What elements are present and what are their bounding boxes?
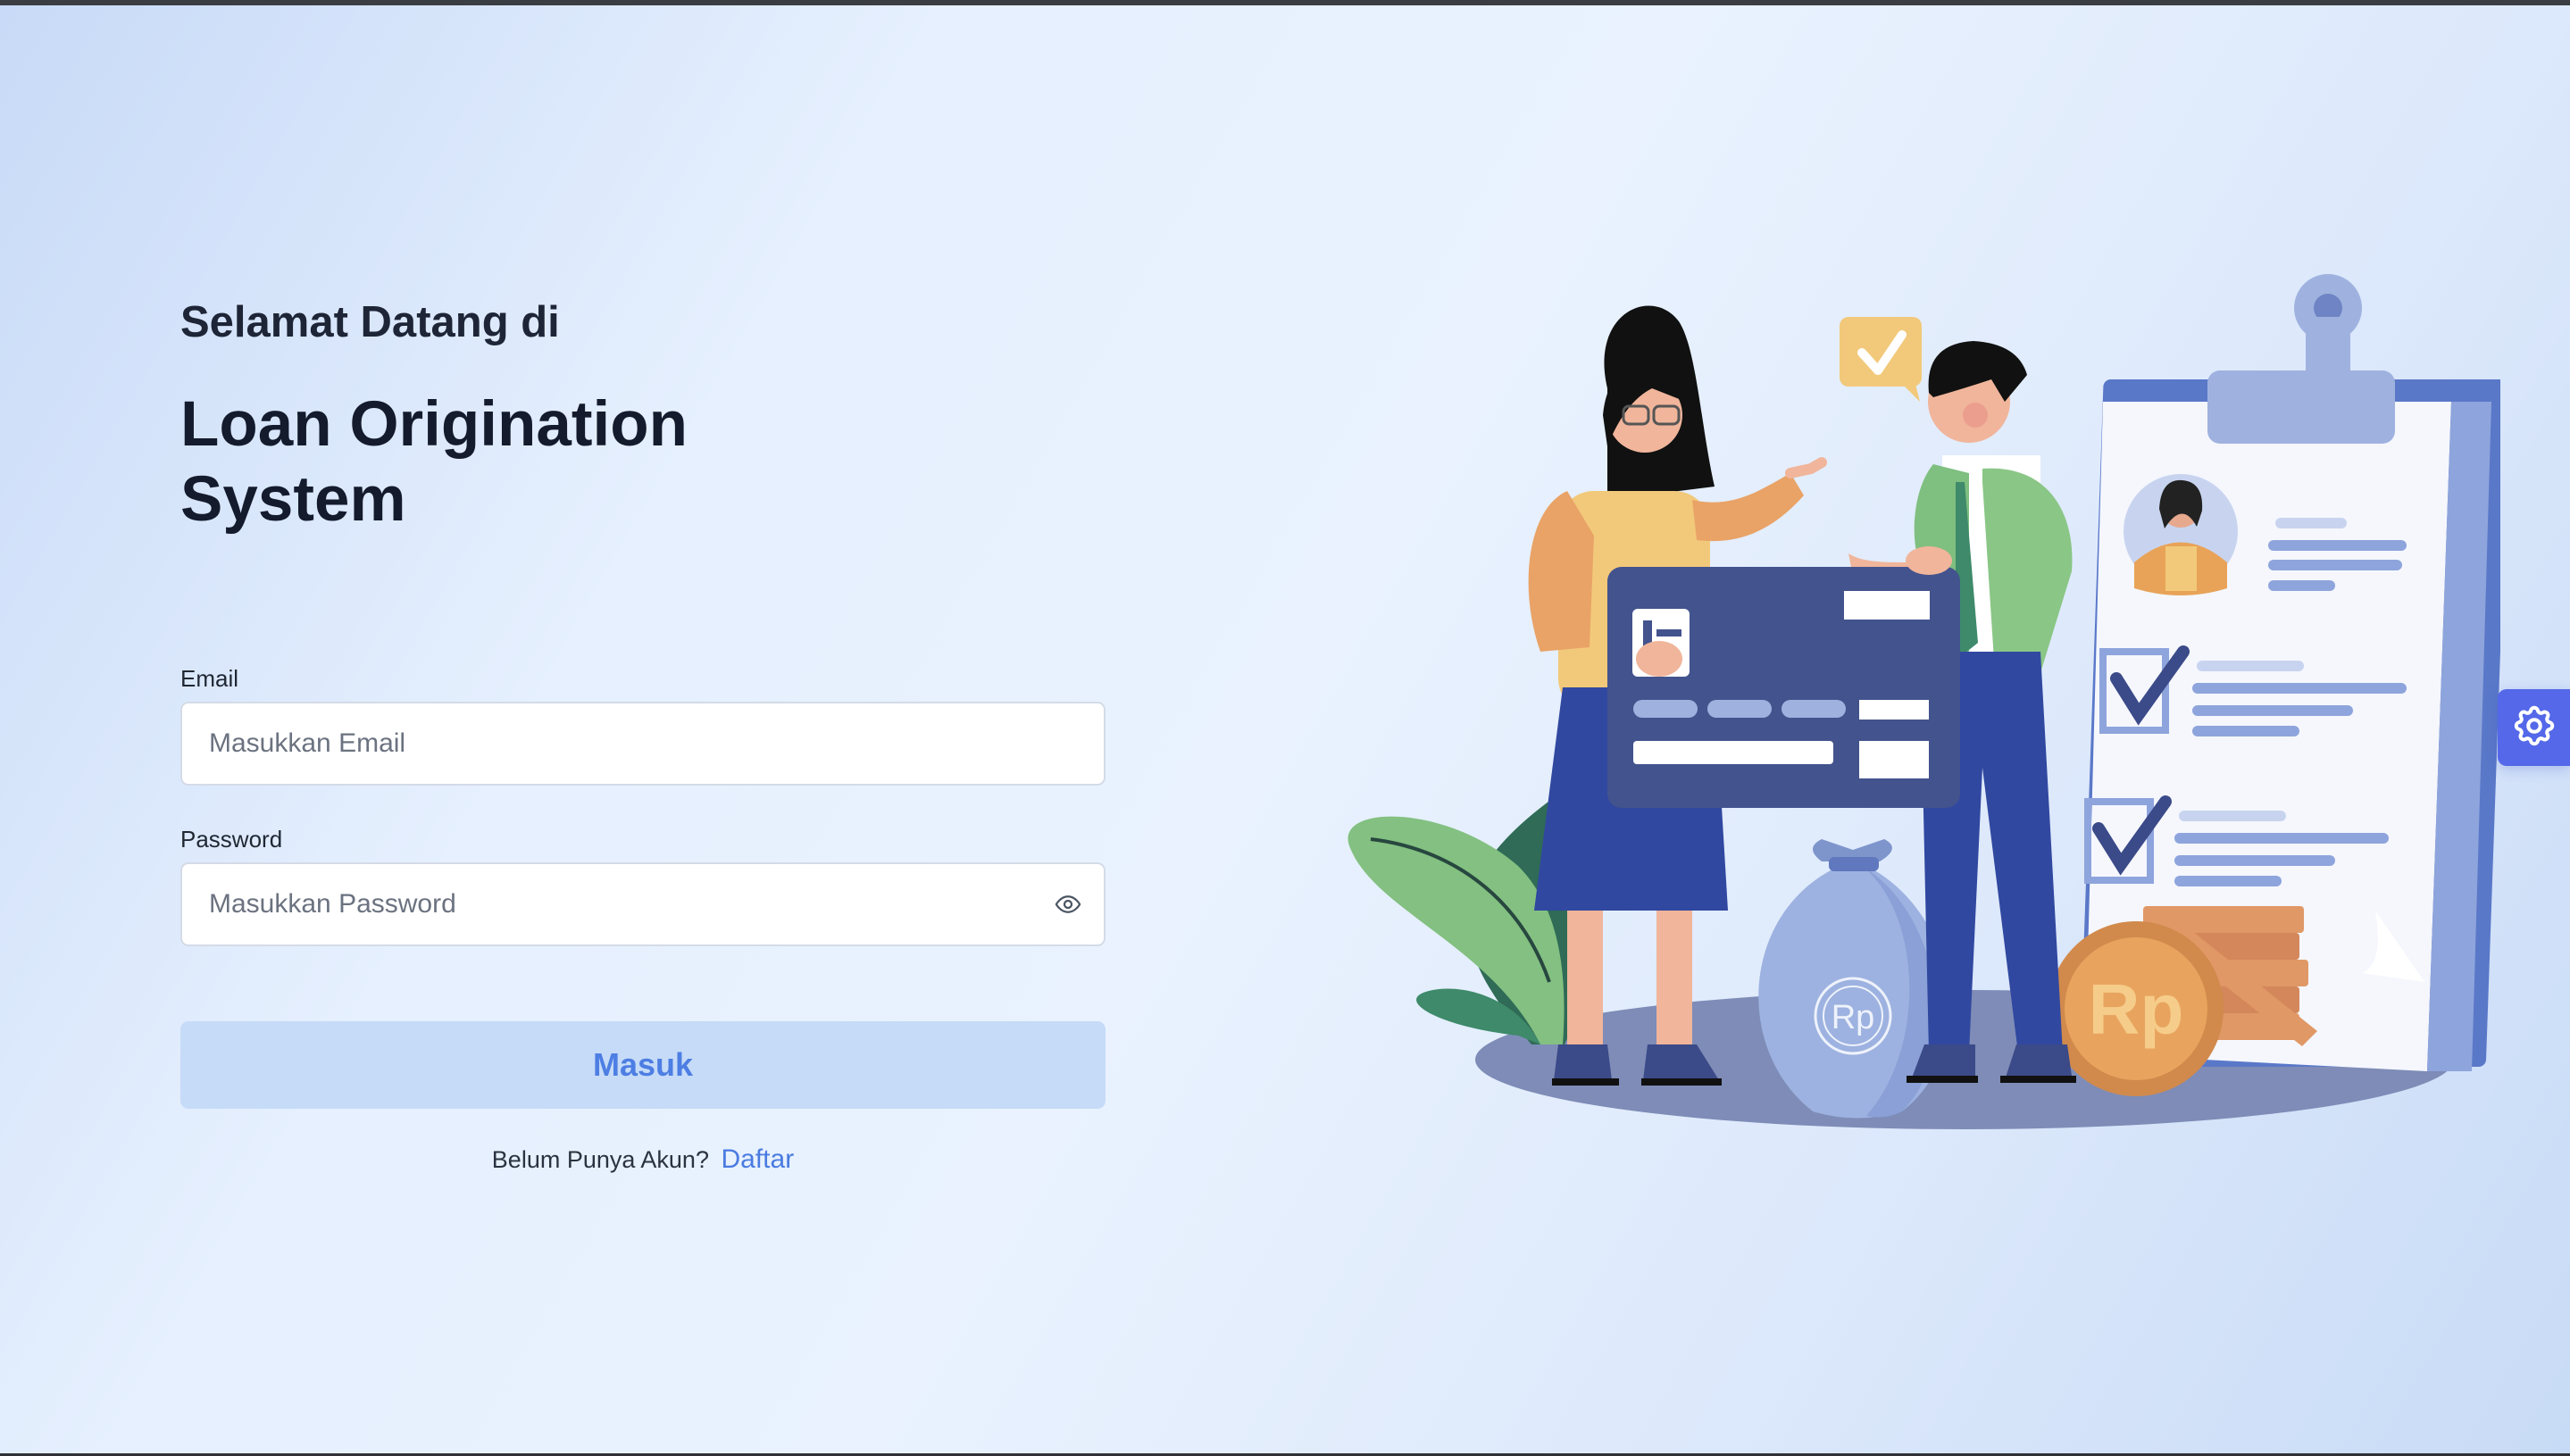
- email-field-wrapper: [180, 702, 1106, 786]
- password-field-wrapper: [180, 862, 1106, 946]
- coin-currency-label: Rp: [2089, 969, 2184, 1049]
- credit-card-illustration: [1607, 546, 1960, 808]
- app-title: Loan Origination System: [180, 389, 688, 535]
- gear-icon: [2510, 702, 2558, 754]
- welcome-greeting: Selamat Datang di: [180, 298, 560, 346]
- password-input[interactable]: [182, 864, 1104, 944]
- login-form: Selamat Datang di Loan Origination Syste…: [180, 295, 1106, 1175]
- settings-button[interactable]: [2498, 689, 2570, 766]
- eye-icon[interactable]: [1048, 885, 1088, 924]
- window-top-border: [0, 0, 2570, 5]
- email-label: Email: [180, 665, 239, 692]
- password-label: Password: [180, 826, 283, 853]
- bag-currency-label: Rp: [1832, 999, 1875, 1036]
- email-input[interactable]: [182, 703, 1104, 784]
- login-submit-button[interactable]: Masuk: [180, 1021, 1106, 1109]
- hero-illustration: Rp Rp: [1339, 268, 2510, 1143]
- register-row: Belum Punya Akun? Daftar: [180, 1144, 1106, 1175]
- register-prompt: Belum Punya Akun?: [491, 1146, 709, 1173]
- register-link[interactable]: Daftar: [721, 1144, 794, 1174]
